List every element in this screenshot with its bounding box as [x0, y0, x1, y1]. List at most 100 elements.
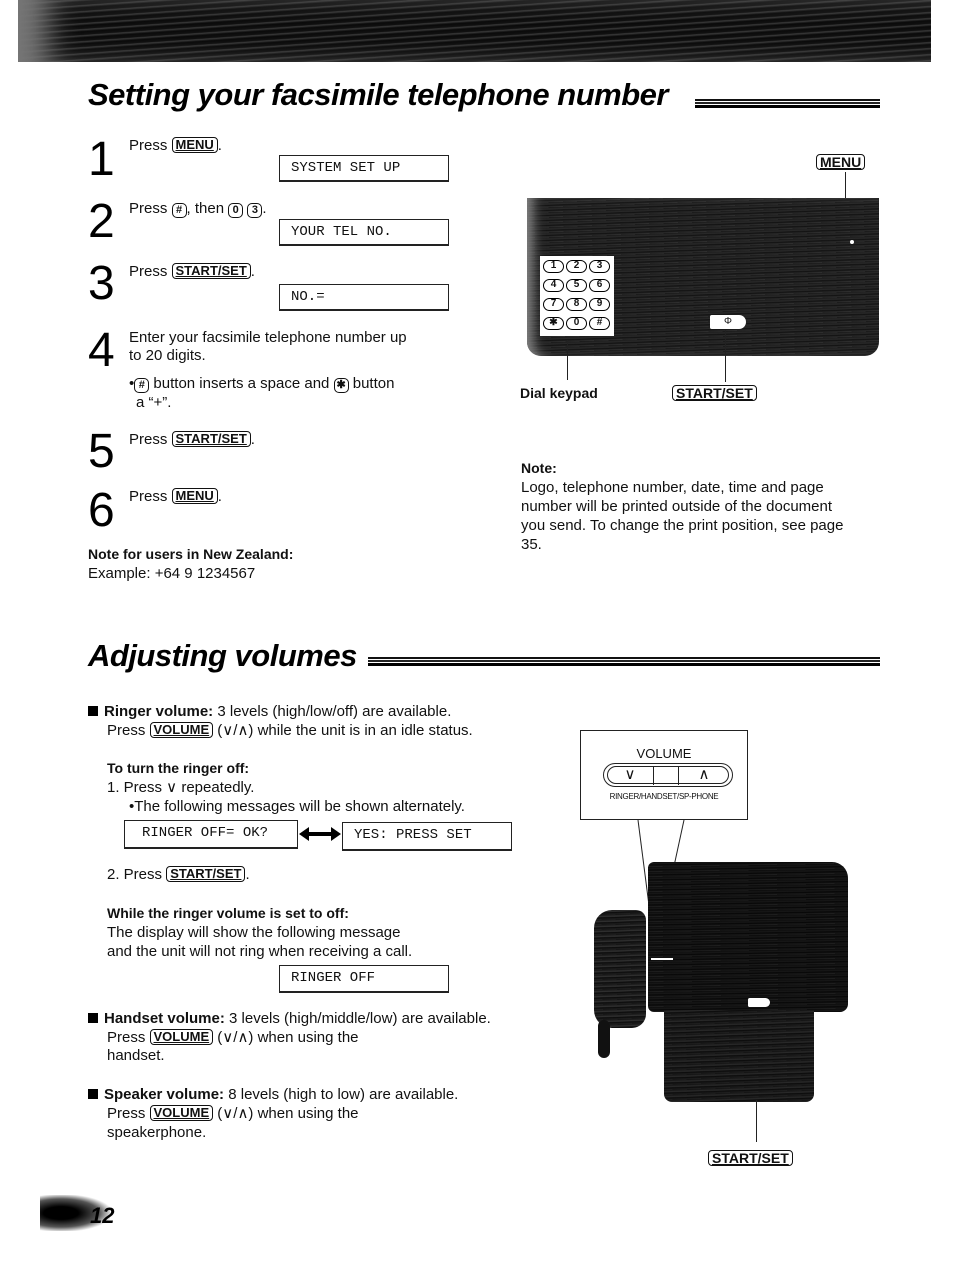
nz-note-heading: Note for users in New Zealand: — [88, 546, 294, 562]
step-text: 2. Press — [107, 866, 167, 883]
volume-label: VOLUME — [636, 746, 692, 761]
hash-key: # — [171, 203, 187, 218]
turn-off-step2: 2. Press START/SET. — [107, 865, 250, 884]
lcd-display: NO.= — [279, 284, 449, 311]
punct: . — [245, 866, 250, 883]
step-number: 2 — [88, 195, 115, 248]
handset-volume-line: Handset volume: 3 levels (high/middle/lo… — [88, 1009, 491, 1028]
while-off-heading: While the ringer volume is set to off: — [107, 905, 349, 921]
step-3-text: Press START/SET. — [129, 262, 255, 281]
alternate-arrow-icon — [299, 827, 341, 846]
handset-desc: 3 levels (high/middle/low) are available… — [224, 1010, 491, 1027]
turn-off-step1-bullet: •The following messages will be shown al… — [129, 798, 465, 815]
handset-press-line: Press VOLUME (∨/∧) when using the — [107, 1028, 359, 1047]
indicator-light — [850, 240, 854, 244]
bullet-text: button inserts a space and — [149, 375, 334, 392]
punct: . — [262, 200, 267, 217]
step-2-text: Press #, then 0 3. — [129, 199, 267, 218]
step-text: Press — [129, 488, 172, 505]
ringer-label: Ringer volume: — [104, 703, 214, 720]
lcd-display: RINGER OFF= OK? — [124, 820, 298, 849]
step-6-text: Press MENU. — [129, 487, 222, 506]
section-title-fax-number: Setting your facsimile telephone number — [88, 77, 668, 112]
keypad-key: 0 — [566, 317, 587, 330]
note-line: Logo, telephone number, date, time and p… — [521, 479, 824, 496]
start-set-key: START/SET — [171, 431, 251, 447]
dial-keypad-label: Dial keypad — [520, 385, 598, 401]
step-text: Press — [129, 431, 172, 448]
punct: . — [217, 137, 222, 154]
volume-key: VOLUME — [149, 1105, 214, 1121]
note-heading: Note: — [521, 460, 557, 476]
keypad-key: 5 — [566, 279, 587, 292]
speaker-desc: 8 levels (high to low) are available. — [224, 1086, 459, 1103]
handset-cord — [598, 1020, 610, 1058]
step-number: 5 — [88, 425, 115, 478]
volume-key: VOLUME — [149, 722, 214, 738]
menu-key-label: MENU — [816, 154, 866, 170]
step-text: Press — [129, 200, 172, 217]
title-rule — [368, 656, 880, 666]
keypad-key: 2 — [566, 260, 587, 273]
press-text: Press — [107, 1029, 150, 1046]
fax-machine-illustration — [648, 862, 848, 1012]
start-set-key: START/SET — [166, 866, 246, 882]
three-key: 3 — [247, 203, 263, 218]
handset-illustration — [594, 910, 646, 1028]
bullet-text: button — [348, 375, 395, 392]
ringer-desc: 3 levels (high/low/off) are available. — [213, 703, 452, 720]
lcd-display: YOUR TEL NO. — [279, 219, 449, 246]
lcd-display: RINGER OFF — [279, 965, 449, 993]
speaker-line3: speakerphone. — [107, 1124, 207, 1141]
step-4-line2: to 20 digits. — [129, 347, 206, 364]
start-set-button-illustration — [748, 998, 770, 1007]
callout-line — [725, 330, 726, 382]
keypad-key: ✱ — [543, 317, 564, 330]
menu-key: MENU — [171, 137, 218, 153]
header-band — [18, 0, 931, 62]
step-text: , then — [186, 200, 229, 217]
step-4-bullet-line2: a “+”. — [136, 394, 172, 411]
handset-label: Handset volume: — [104, 1010, 225, 1027]
title-rule — [695, 98, 880, 108]
divider — [653, 767, 654, 785]
handset-line3: handset. — [107, 1047, 165, 1064]
keypad-key: 6 — [589, 279, 610, 292]
volume-key: VOLUME — [149, 1029, 214, 1045]
volume-sub-label: RINGER/HANDSET/SP-PHONE — [609, 792, 719, 801]
divider — [678, 767, 679, 785]
speaker-label: Speaker volume: — [104, 1086, 225, 1103]
press-text: Press — [107, 722, 150, 739]
keypad-key: 1 — [543, 260, 564, 273]
while-off-line: The display will show the following mess… — [107, 924, 401, 941]
square-bullet-icon — [88, 1013, 98, 1023]
keypad-key: 4 — [543, 279, 564, 292]
step-5-text: Press START/SET. — [129, 430, 255, 449]
turn-off-heading: To turn the ringer off: — [107, 760, 250, 776]
while-off-line: and the unit will not ring when receivin… — [107, 943, 413, 960]
callout-line — [567, 340, 568, 380]
zero-key: 0 — [228, 203, 244, 218]
hash-key: # — [134, 378, 150, 393]
note-line: you send. To change the print position, … — [521, 517, 844, 534]
step-number: 4 — [88, 324, 115, 377]
step-text: Press — [129, 263, 172, 280]
step-number: 6 — [88, 484, 115, 537]
volume-down-icon: ∨ — [624, 766, 636, 783]
punct: . — [250, 431, 255, 448]
step-number: 3 — [88, 257, 115, 310]
nz-note-example: Example: +64 9 1234567 — [88, 565, 256, 582]
step-1-text: Press MENU. — [129, 136, 222, 155]
note-line: number will be printed outside of the do… — [521, 498, 833, 515]
note-line: 35. — [521, 536, 542, 553]
lcd-display: YES: PRESS SET — [342, 822, 512, 851]
star-key: ✱ — [333, 378, 349, 393]
callout-line — [756, 1100, 757, 1142]
square-bullet-icon — [88, 706, 98, 716]
keypad-key: 9 — [589, 298, 610, 311]
punct: . — [217, 488, 222, 505]
step-4-bullet: • # button inserts a space and ✱ button — [129, 374, 394, 393]
speaker-after: (∨/∧) when using the — [213, 1105, 359, 1122]
punct: . — [250, 263, 255, 280]
speaker-volume-line: Speaker volume: 8 levels (high to low) a… — [88, 1085, 458, 1104]
